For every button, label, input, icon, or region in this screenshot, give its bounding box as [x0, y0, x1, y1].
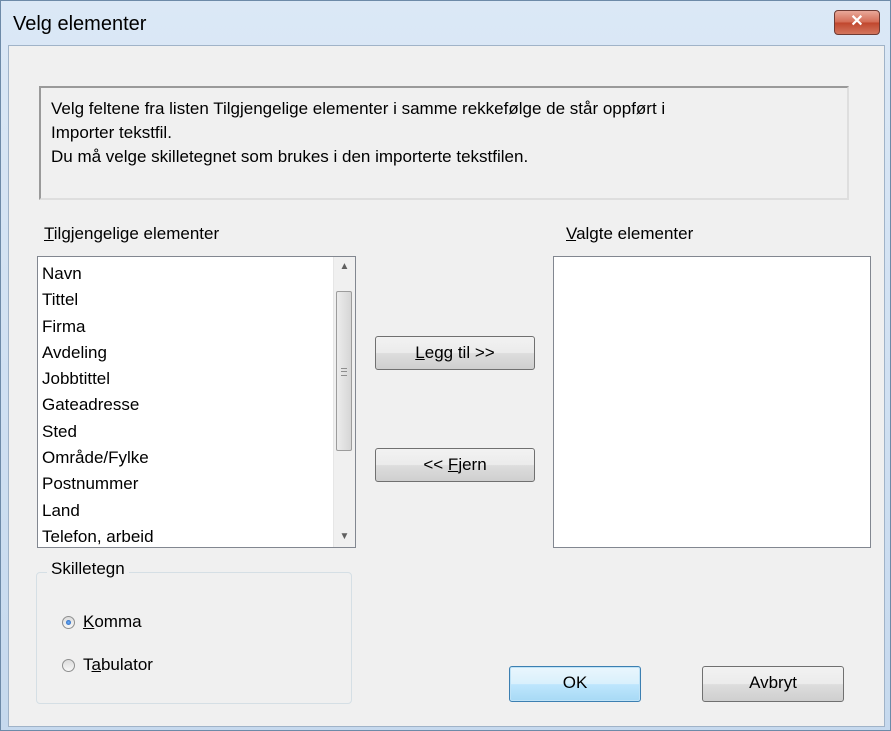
close-button[interactable]: ✕	[834, 10, 880, 35]
radio-tabulator[interactable]: Tabulator	[62, 655, 153, 675]
dialog-client-area: Velg feltene fra listen Tilgjengelige el…	[8, 45, 885, 727]
available-list-scrollbar[interactable]: ▲ ▼	[333, 257, 355, 547]
radio-komma[interactable]: Komma	[62, 612, 142, 632]
delimiter-groupbox	[36, 572, 352, 704]
dialog-window: Velg elementer ✕ Velg feltene fra listen…	[0, 0, 891, 731]
add-button[interactable]: Legg til >>	[375, 336, 535, 370]
instructions-box: Velg feltene fra listen Tilgjengelige el…	[39, 86, 849, 200]
radio-checked-icon[interactable]	[62, 615, 75, 629]
instructions-line-3: Du må velge skilletegnet som brukes i de…	[51, 147, 529, 166]
list-item[interactable]: Jobbtittel	[42, 366, 333, 392]
close-icon: ✕	[850, 13, 864, 30]
selected-elements-label: Valgte elementer	[566, 224, 694, 243]
list-item[interactable]: Land	[42, 498, 333, 524]
ok-button[interactable]: OK	[509, 666, 641, 702]
scroll-up-arrow-icon[interactable]: ▲	[334, 257, 355, 277]
list-item[interactable]: Sted	[42, 419, 333, 445]
title-bar[interactable]: Velg elementer ✕	[1, 1, 890, 45]
list-item[interactable]: Navn	[42, 261, 333, 287]
selected-elements-list[interactable]	[553, 256, 871, 548]
cancel-button[interactable]: Avbryt	[702, 666, 844, 702]
list-item[interactable]: Postnummer	[42, 471, 333, 497]
instructions-line-2: Importer tekstfil.	[51, 123, 172, 142]
radio-tabulator-label: Tabulator	[83, 655, 153, 674]
radio-komma-label: Komma	[83, 612, 142, 631]
delimiter-group-title: Skilletegn	[47, 559, 129, 579]
list-item[interactable]: Gateadresse	[42, 392, 333, 418]
instructions-line-1: Velg feltene fra listen Tilgjengelige el…	[51, 99, 666, 118]
list-item[interactable]: Tittel	[42, 287, 333, 313]
list-item[interactable]: Telefon, arbeid	[42, 524, 333, 550]
available-elements-list[interactable]: Navn Tittel Firma Avdeling Jobbtittel Gateadr…	[37, 256, 356, 548]
available-elements-label: Tilgjengelige elementer	[44, 224, 220, 243]
list-item[interactable]: Firma	[42, 314, 333, 340]
remove-button[interactable]: << Fjern	[375, 448, 535, 482]
window-title: Velg elementer	[13, 13, 147, 35]
list-item[interactable]: Avdeling	[42, 340, 333, 366]
list-item[interactable]: Område/Fylke	[42, 445, 333, 471]
scroll-down-arrow-icon[interactable]: ▼	[334, 527, 355, 547]
radio-unchecked-icon[interactable]	[62, 658, 75, 672]
scroll-grip-icon	[341, 368, 347, 376]
scroll-thumb[interactable]	[336, 291, 352, 451]
